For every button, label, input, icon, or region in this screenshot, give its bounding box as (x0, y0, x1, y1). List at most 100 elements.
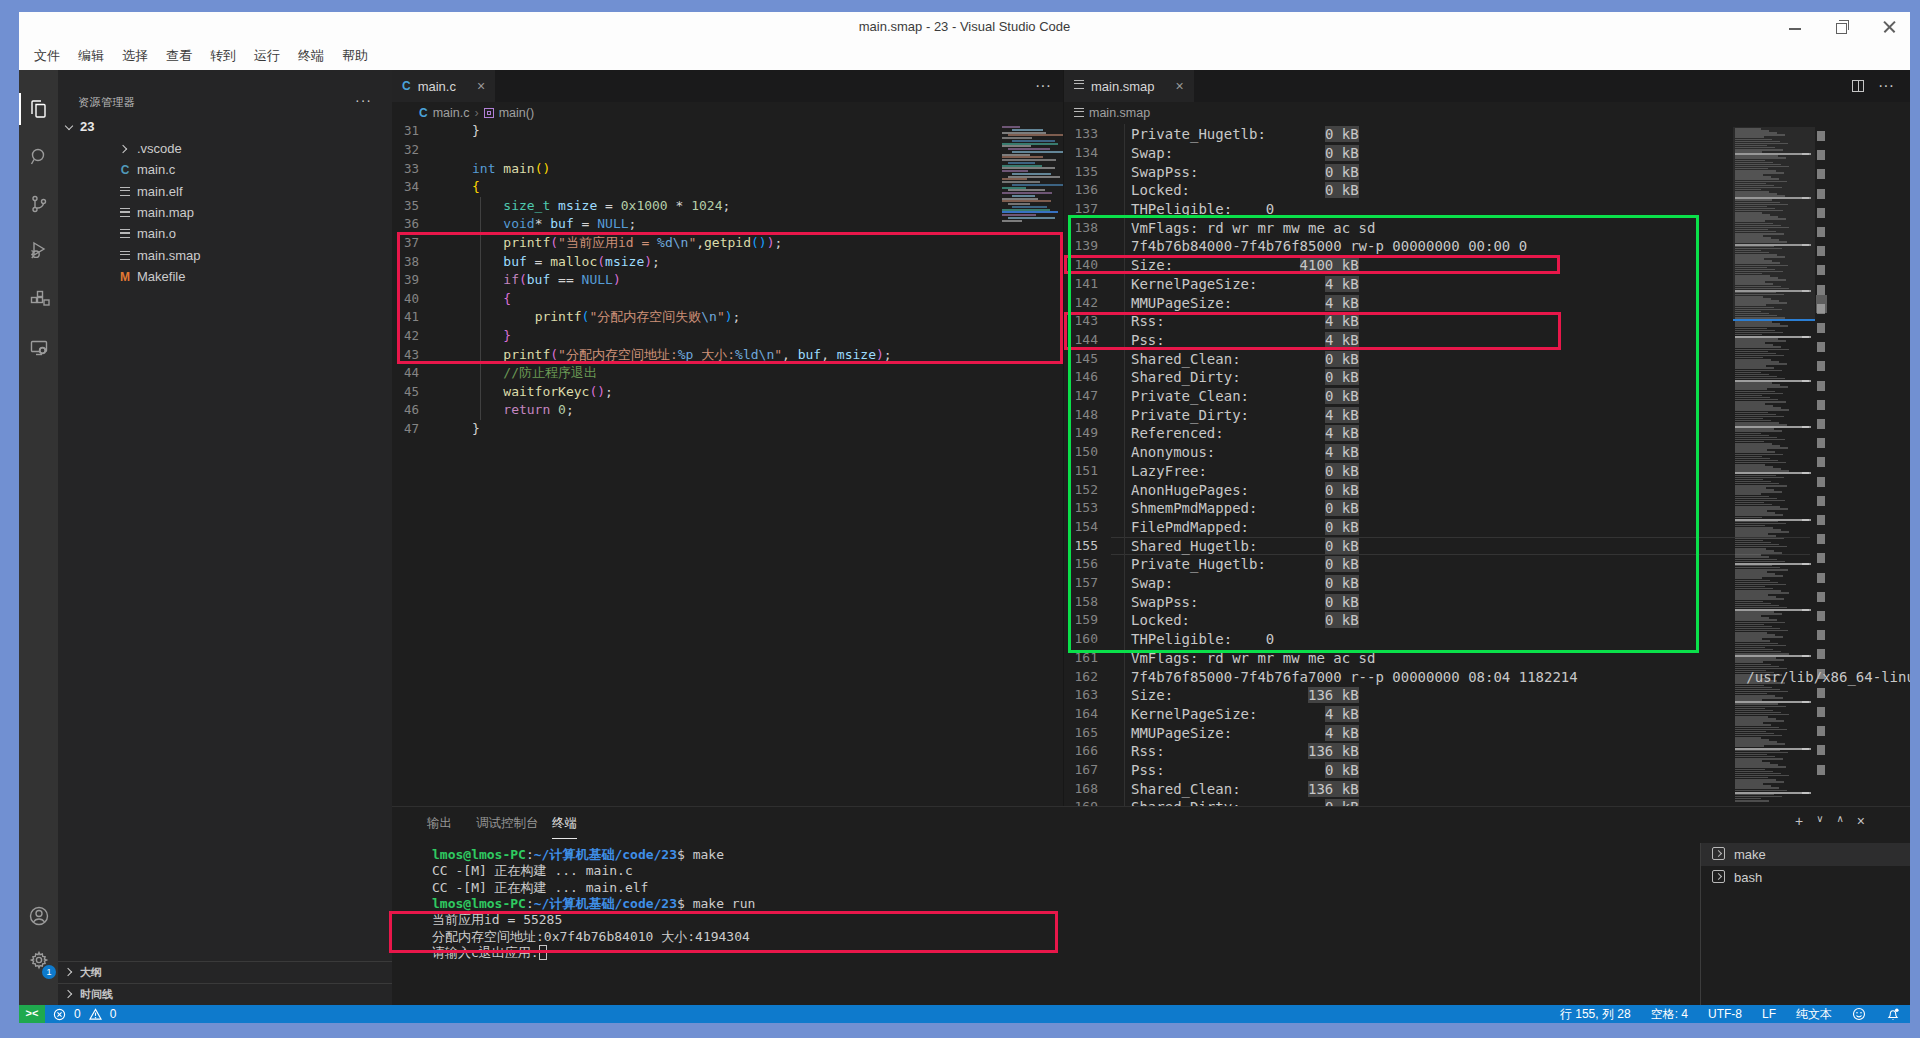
chevron-down-icon (65, 122, 73, 130)
status-item[interactable]: 空格: 4 (1651, 1005, 1688, 1023)
search-icon[interactable] (19, 137, 58, 177)
menu-运行[interactable]: 运行 (245, 47, 289, 65)
section-时间线[interactable]: 时间线 (58, 983, 392, 1005)
smap-line: Shared_Dirty: 0 kB (1131, 798, 1359, 806)
status-item[interactable]: 纯文本 (1796, 1005, 1832, 1023)
line-number: 162 (1064, 668, 1111, 687)
restore-button[interactable] (1836, 20, 1849, 33)
file-item-main.smap[interactable]: main.smap (58, 245, 392, 267)
extensions-icon[interactable] (19, 279, 58, 319)
file-item-Makefile[interactable]: MMakefile (58, 266, 392, 288)
line-number: 135 (1064, 163, 1111, 182)
smap-line: Swap: 0 kB (1131, 144, 1359, 163)
line-number: 45 (392, 383, 446, 402)
code-editor-main-c[interactable]: 31}3233int main()34{35 size_t msize = 0x… (392, 124, 1063, 806)
explorer-icon[interactable] (19, 89, 58, 129)
new-terminal-icon[interactable]: + (1795, 813, 1803, 829)
menu-查看[interactable]: 查看 (157, 47, 201, 65)
section-大纲[interactable]: 大纲 (58, 961, 392, 983)
sidebar-more-icon[interactable]: ··· (355, 92, 372, 108)
line-number: 169 (1064, 798, 1111, 806)
smap-line: Locked: 0 kB (1131, 181, 1359, 200)
code-line: size_t msize = 0x1000 * 1024; (472, 197, 730, 216)
line-number: 32 (392, 141, 446, 160)
file-item-main.map[interactable]: main.map (58, 202, 392, 224)
explorer-sidebar: 资源管理器 ··· 23 .vscodeCmain.cmain.elfmain.… (58, 70, 392, 1005)
bell-icon[interactable] (1886, 1007, 1900, 1021)
tab-bar: main.smap × ··· (1064, 70, 1910, 102)
file-icon (117, 202, 133, 224)
editor-actions-icon[interactable]: ··· (1035, 77, 1051, 95)
file-item-main.c[interactable]: Cmain.c (58, 159, 392, 181)
file-item-main.elf[interactable]: main.elf (58, 181, 392, 203)
maximize-panel-icon[interactable]: ∧ (1836, 813, 1843, 829)
line-number: 34 (392, 178, 446, 197)
smap-line: Rss: 136 kB (1131, 742, 1359, 761)
account-icon[interactable] (19, 896, 58, 936)
status-item[interactable]: LF (1762, 1005, 1776, 1023)
smap-line: KernelPageSize: 4 kB (1131, 705, 1359, 724)
chevron-right-icon (64, 990, 72, 998)
menu-文件[interactable]: 文件 (25, 47, 69, 65)
code-line: //防止程序退出 (472, 364, 597, 383)
editor-group-main-c: C main.c × ··· C main.c › main() 31}3233… (392, 70, 1063, 806)
chevron-right-icon (64, 968, 72, 976)
smap-line: Shared_Clean: 136 kB (1131, 780, 1359, 799)
status-bar: >< 0 0 行 155, 列 28 空格: 4 UTF-8 LF 纯文本 (19, 1005, 1910, 1023)
menu-选择[interactable]: 选择 (113, 47, 157, 65)
close-tab-icon[interactable]: × (477, 78, 485, 94)
code-line: } (472, 124, 480, 141)
tab-main-c[interactable]: C main.c × (392, 70, 495, 102)
file-icon (117, 245, 133, 267)
breadcrumb[interactable]: C main.c › main() (392, 102, 1063, 124)
split-editor-icon[interactable] (1852, 80, 1864, 92)
smap-line: SwapPss: 0 kB (1131, 163, 1359, 182)
panel-tab-输出[interactable]: 输出 (427, 815, 452, 832)
breadcrumb[interactable]: main.smap (1064, 102, 1910, 124)
settings-gear-icon[interactable]: 1 (19, 940, 58, 980)
problems-status[interactable]: 0 0 (53, 1005, 116, 1023)
file-icon (117, 181, 133, 203)
minimize-button[interactable] (1789, 20, 1802, 33)
close-tab-icon[interactable]: × (1176, 78, 1184, 94)
run-debug-icon[interactable] (19, 230, 58, 270)
menu-终端[interactable]: 终端 (289, 47, 333, 65)
minimap[interactable] (998, 126, 1060, 226)
code-line: } (472, 420, 480, 439)
close-panel-icon[interactable]: × (1857, 813, 1865, 829)
close-button[interactable] (1883, 20, 1896, 33)
line-number: 35 (392, 197, 446, 216)
panel-tab-调试控制台[interactable]: 调试控制台 (476, 815, 539, 832)
feedback-icon[interactable] (1852, 1007, 1866, 1021)
terminal-list-item-bash[interactable]: bash (1701, 866, 1910, 889)
annotation-box-code-highlight (397, 232, 1063, 364)
menu-编辑[interactable]: 编辑 (69, 47, 113, 65)
folder-root[interactable]: 23 (58, 116, 392, 138)
panel-tab-终端[interactable]: 终端 (552, 815, 577, 832)
source-control-icon[interactable] (19, 184, 58, 224)
code-line: return 0; (472, 401, 574, 420)
line-number: 164 (1064, 705, 1111, 724)
menu-帮助[interactable]: 帮助 (333, 47, 377, 65)
editor-actions-icon[interactable]: ··· (1878, 77, 1894, 95)
line-number: 136 (1064, 181, 1111, 200)
menu-转到[interactable]: 转到 (201, 47, 245, 65)
c-file-icon: C (419, 106, 428, 120)
status-item[interactable]: 行 155, 列 28 (1560, 1005, 1631, 1023)
terminal-line: CC -[M] 正在构建 ... main.c (432, 862, 633, 880)
file-icon (117, 223, 133, 245)
remote-explorer-icon[interactable] (19, 328, 58, 368)
remote-indicator[interactable]: >< (19, 1005, 45, 1023)
status-item[interactable]: UTF-8 (1708, 1005, 1742, 1023)
file-item-.vscode[interactable]: .vscode (58, 138, 392, 160)
sidebar-title: 资源管理器 (78, 95, 136, 110)
chevron-down-icon[interactable]: ∨ (1816, 813, 1823, 829)
tab-main-smap[interactable]: main.smap × (1064, 70, 1194, 102)
line-number: 47 (392, 420, 446, 439)
code-line: waitforKeyc(); (472, 383, 613, 402)
line-number: 167 (1064, 761, 1111, 780)
c-file-icon: C (402, 79, 411, 93)
file-item-main.o[interactable]: main.o (58, 223, 392, 245)
minimap[interactable] (1733, 124, 1815, 806)
terminal-list-item-make[interactable]: make (1701, 843, 1910, 866)
